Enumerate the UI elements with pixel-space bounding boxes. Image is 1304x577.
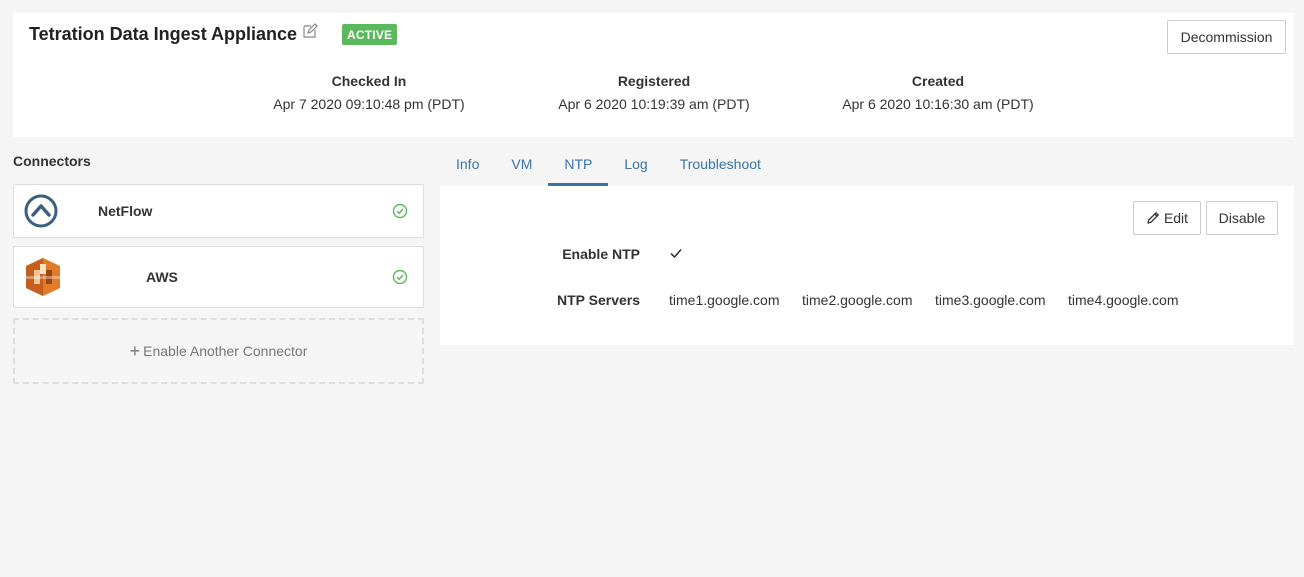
connector-netflow[interactable]: NetFlow — [13, 184, 424, 238]
created-label: Created — [911, 73, 965, 89]
ntp-server: time1.google.com — [669, 292, 780, 308]
connectors-title: Connectors — [13, 153, 91, 169]
ntp-servers-label: NTP Servers — [556, 292, 640, 308]
checked-in-info: Checked In Apr 7 2020 09:10:48 pm (PDT) — [249, 73, 489, 112]
edit-label: Edit — [1163, 210, 1189, 226]
connector-label: AWS — [146, 269, 178, 285]
registered-info: Registered Apr 6 2020 10:19:39 am (PDT) — [534, 73, 774, 112]
edit-title-icon[interactable] — [302, 22, 318, 39]
appliance-header-card: Tetration Data Ingest Appliance ACTIVE D… — [13, 13, 1294, 137]
checked-in-label: Checked In — [331, 73, 407, 89]
enable-another-connector-button[interactable]: + Enable Another Connector — [13, 318, 424, 384]
ntp-server: time2.google.com — [802, 292, 913, 308]
checked-in-value: Apr 7 2020 09:10:48 pm (PDT) — [273, 96, 465, 112]
detail-tabs: Info VM NTP Log Troubleshoot — [440, 145, 777, 186]
registered-value: Apr 6 2020 10:19:39 am (PDT) — [558, 96, 750, 112]
check-circle-icon — [392, 203, 408, 219]
page-title: Tetration Data Ingest Appliance — [29, 24, 298, 44]
title-row: Tetration Data Ingest Appliance ACTIVE — [29, 22, 398, 45]
edit-button[interactable]: Edit — [1133, 201, 1201, 235]
pencil-icon — [1147, 212, 1159, 224]
enable-another-connector-label: Enable Another Connector — [143, 343, 308, 359]
disable-button[interactable]: Disable — [1206, 201, 1278, 235]
created-info: Created Apr 6 2020 10:16:30 am (PDT) — [818, 73, 1058, 112]
check-circle-icon — [392, 269, 408, 285]
netflow-icon — [24, 194, 58, 228]
aws-icon — [26, 258, 60, 296]
ntp-server: time3.google.com — [935, 292, 1046, 308]
connector-aws[interactable]: AWS — [13, 246, 424, 308]
checkmark-icon — [670, 248, 682, 259]
ntp-server: time4.google.com — [1068, 292, 1179, 308]
created-value: Apr 6 2020 10:16:30 am (PDT) — [842, 96, 1034, 112]
tab-ntp[interactable]: NTP — [548, 145, 609, 186]
status-badge: ACTIVE — [342, 24, 398, 45]
enable-ntp-label: Enable NTP — [562, 246, 640, 262]
connector-label: NetFlow — [98, 203, 153, 219]
tab-info[interactable]: Info — [440, 145, 495, 186]
ntp-panel: Edit Disable Enable NTP NTP Servers time… — [440, 186, 1294, 345]
tab-troubleshoot[interactable]: Troubleshoot — [664, 145, 777, 186]
plus-icon: + — [129, 340, 141, 361]
tab-vm[interactable]: VM — [495, 145, 548, 186]
tab-log[interactable]: Log — [608, 145, 663, 186]
decommission-button[interactable]: Decommission — [1167, 20, 1286, 54]
registered-label: Registered — [617, 73, 691, 89]
